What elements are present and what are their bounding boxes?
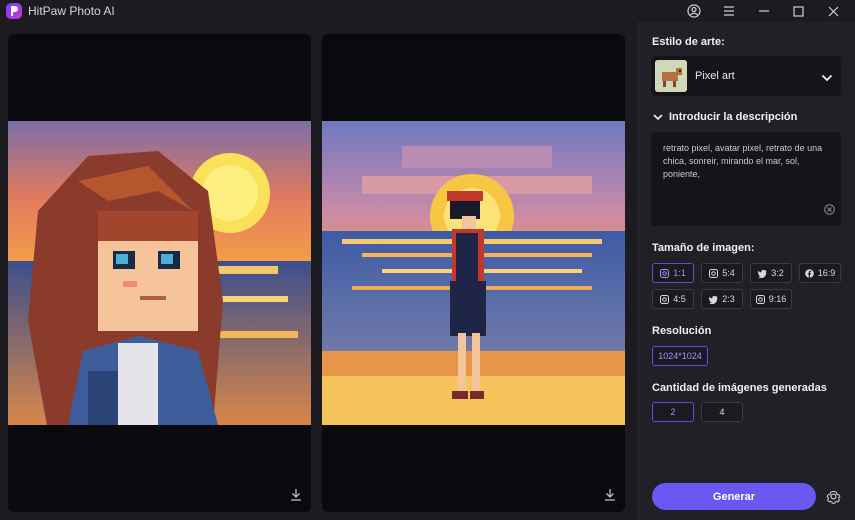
chevron-down-icon	[821, 70, 833, 88]
description-input[interactable]: retrato pixel, avatar pixel, retrato de …	[651, 132, 841, 226]
results-area	[0, 22, 637, 520]
size-option-3-2[interactable]: 3:2	[750, 263, 792, 283]
pixel-sunset-girl-image	[322, 121, 625, 425]
instagram-icon	[660, 294, 670, 304]
size-option-16-9[interactable]: 16:9	[799, 263, 841, 283]
title-bar: HitPaw Photo AI	[0, 0, 855, 22]
settings-panel: Estilo de arte: Pixel art Introducir la …	[638, 22, 855, 520]
style-thumbnail	[655, 60, 687, 92]
image-size-label: Tamaño de imagen:	[652, 242, 755, 254]
minimize-icon[interactable]	[749, 0, 779, 22]
download-icon[interactable]	[289, 488, 303, 502]
download-icon[interactable]	[603, 488, 617, 502]
twitter-icon	[709, 295, 718, 304]
app-logo	[6, 3, 22, 19]
maximize-icon[interactable]	[783, 0, 813, 22]
description-toggle-label: Introducir la descripción	[669, 111, 798, 123]
description-toggle[interactable]: Introducir la descripción	[653, 111, 797, 123]
size-option-9-16[interactable]: 9:16	[750, 289, 792, 309]
instagram-icon	[660, 268, 670, 278]
resolution-label: Resolución	[652, 325, 712, 337]
size-option-2-3[interactable]: 2:3	[701, 289, 743, 309]
chevron-down-icon	[653, 114, 663, 121]
size-option-5-4[interactable]: 5:4	[701, 263, 743, 283]
result-image-2[interactable]	[322, 34, 625, 512]
generate-button[interactable]: Generar	[652, 483, 816, 510]
art-style-label: Estilo de arte:	[652, 36, 725, 48]
selected-style-name: Pixel art	[695, 70, 735, 82]
instagram-icon	[709, 268, 719, 278]
clear-icon[interactable]	[824, 202, 835, 220]
size-option-1-1[interactable]: 1:1	[652, 263, 694, 283]
result-image-1[interactable]	[8, 34, 311, 512]
pixel-portrait-image	[8, 121, 311, 425]
close-icon[interactable]	[818, 0, 848, 22]
size-option-4-5[interactable]: 4:5	[652, 289, 694, 309]
art-style-dropdown[interactable]: Pixel art	[651, 56, 841, 96]
app-title: HitPaw Photo AI	[28, 4, 115, 18]
account-icon[interactable]	[679, 0, 709, 22]
facebook-icon	[804, 268, 814, 278]
image-count-label: Cantidad de imágenes generadas	[652, 382, 827, 394]
twitter-icon	[758, 269, 767, 278]
gear-icon[interactable]	[825, 488, 842, 510]
count-option-2[interactable]: 2	[652, 402, 694, 422]
resolution-option[interactable]: 1024*1024	[652, 346, 708, 366]
menu-icon[interactable]	[714, 0, 744, 22]
instagram-icon	[755, 294, 765, 304]
description-text: retrato pixel, avatar pixel, retrato de …	[663, 143, 823, 179]
count-option-4[interactable]: 4	[701, 402, 743, 422]
